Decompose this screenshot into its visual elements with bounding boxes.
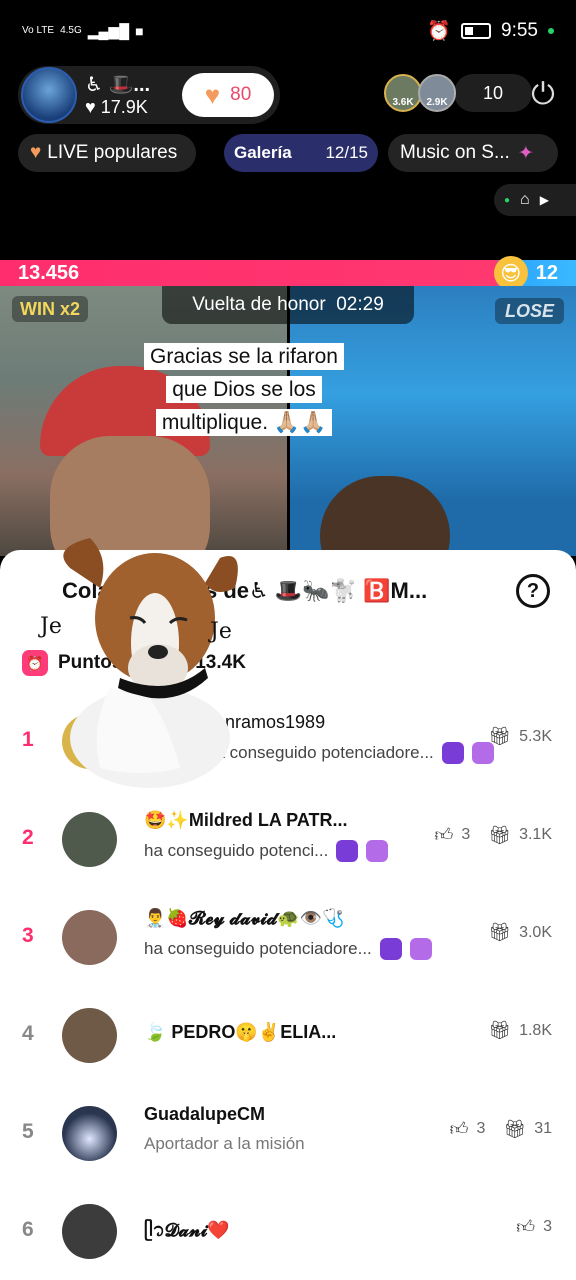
list-item[interactable]: 2 🤩✨Mildred LA PATR... ha conseguido pot… bbox=[0, 804, 576, 874]
viewer-avatar[interactable]: 2.9K bbox=[418, 74, 456, 112]
gift-stat: 🎁︎ 1.8K bbox=[488, 1020, 552, 1040]
user-name: ᥫ᭡𝓓𝓪𝓷𝓲❤️ bbox=[144, 1220, 230, 1240]
heart-icon: ♥ bbox=[30, 142, 42, 163]
booster-icon bbox=[366, 840, 389, 862]
gift-icon: 🎁︎ bbox=[488, 1020, 512, 1040]
viewer-count[interactable]: 10 bbox=[454, 74, 532, 112]
user-name: 👨‍⚕️🍓𝓡𝓮𝔂 𝓭𝓪𝓿𝓲𝓭🐢👁️🩺 bbox=[144, 908, 345, 928]
battle-timer: Vuelta de honor 02:29 bbox=[162, 286, 414, 324]
viewer-avatar[interactable]: 3.6K bbox=[384, 74, 422, 112]
cool-face-icon: 😎 bbox=[493, 256, 528, 290]
booster-icon bbox=[409, 938, 432, 960]
alarm-icon: ⏰ bbox=[427, 21, 452, 42]
video-caption: Gracias se la rifaron que Dios se los mu… bbox=[130, 340, 358, 439]
avatar[interactable] bbox=[62, 1106, 117, 1161]
gallery-pill[interactable]: Galería 12/15 bbox=[224, 134, 378, 172]
left-score: 13.456 bbox=[18, 261, 80, 284]
camera-icon: ■ bbox=[135, 23, 144, 39]
user-subtitle: ha conseguido potenciadore... bbox=[144, 938, 432, 960]
battery-icon bbox=[461, 23, 492, 39]
live-popular-label: LIVE populares bbox=[47, 142, 178, 163]
sticker-label-left: Je bbox=[38, 614, 62, 639]
privacy-dot-icon bbox=[548, 28, 554, 34]
user-name: 🍃 PEDRO🤫✌️ELIA... bbox=[144, 1022, 337, 1042]
user-subtitle: Aportador a la misión bbox=[144, 1134, 305, 1153]
booster-icon bbox=[379, 938, 402, 960]
gift-stat: 🎁︎ 5.3K bbox=[488, 726, 552, 746]
like-stat: 👍︎ 3 bbox=[449, 1119, 486, 1139]
rank-number: 3 bbox=[22, 924, 34, 947]
network-label: 4.5G bbox=[60, 25, 82, 36]
host-likes: ♥ 17.9K bbox=[85, 97, 148, 117]
heart-icon: ♥ bbox=[204, 79, 221, 110]
lose-badge: LOSE bbox=[494, 298, 564, 324]
list-item[interactable]: 5 GuadalupeCM Aportador a la misión 👍︎ 3 … bbox=[0, 1098, 576, 1168]
gallery-progress: 12/15 bbox=[325, 143, 368, 162]
rank-number: 5 bbox=[22, 1120, 34, 1143]
gift-stat: 🎁︎ 3.1K bbox=[488, 824, 552, 845]
gift-icon: 🎁︎ bbox=[503, 1118, 527, 1139]
gift-icon: 🎁︎ bbox=[488, 726, 512, 746]
right-score: 12 bbox=[535, 261, 558, 284]
music-pill[interactable]: Music on S... ✦ bbox=[388, 134, 558, 172]
rank-number: 2 bbox=[22, 826, 34, 849]
sticker-label-right: Je bbox=[208, 619, 232, 644]
thumbs-up-icon: 👍︎ bbox=[516, 1217, 536, 1237]
like-stat: 👍︎ 3 bbox=[434, 825, 471, 845]
avatar[interactable] bbox=[62, 812, 117, 867]
gallery-label: Galería bbox=[234, 143, 292, 162]
booster-icon bbox=[441, 742, 464, 764]
avatar[interactable] bbox=[62, 910, 117, 965]
live-popular-pill[interactable]: ♥ LIVE populares bbox=[18, 134, 196, 172]
dog-sticker: Je Je bbox=[38, 538, 238, 788]
avatar[interactable] bbox=[62, 1204, 117, 1259]
music-label: Music on S... bbox=[400, 142, 510, 163]
user-subtitle: ha conseguido potenci... bbox=[144, 840, 389, 862]
carrier-label: Vo LTE bbox=[22, 25, 55, 36]
status-bar: Vo LTE 4.5G ▂▄▆█ ■ ⏰ 9:55 bbox=[0, 0, 576, 62]
power-icon[interactable]: ⏻ bbox=[526, 78, 560, 112]
help-button[interactable]: ? bbox=[516, 574, 550, 608]
user-name: GuadalupeCM bbox=[144, 1104, 266, 1124]
gift-stat: 🎁︎ 31 bbox=[503, 1118, 552, 1139]
gift-stat: 🎁︎ 3.0K bbox=[488, 922, 552, 942]
host-avatar[interactable] bbox=[21, 67, 77, 123]
mini-toolbar[interactable]: ● ⌂ ▶ bbox=[494, 184, 576, 216]
live-video[interactable]: WIN x2 LOSE Vuelta de honor 02:29 Gracia… bbox=[0, 286, 576, 556]
win-badge: WIN x2 bbox=[12, 296, 89, 322]
clock: 9:55 bbox=[501, 20, 538, 41]
like-button[interactable]: ♥ 80 bbox=[182, 73, 274, 117]
rocket-icon: ✦ bbox=[517, 142, 534, 164]
battle-score-bar: 13.456 😎 12 bbox=[0, 256, 576, 290]
like-count: 80 bbox=[230, 84, 252, 105]
rank-number: 6 bbox=[22, 1218, 34, 1241]
thumbs-up-icon: 👍︎ bbox=[449, 1119, 469, 1139]
host-pill[interactable]: ♿ 🎩... ♥ 17.9K ♥ 80 bbox=[18, 66, 280, 124]
viewer-list[interactable]: 3.6K 2.9K 10 bbox=[384, 74, 532, 112]
host-name: ♿ 🎩... bbox=[85, 74, 151, 96]
rank-number: 4 bbox=[22, 1022, 34, 1045]
dot-icon: ● bbox=[504, 194, 511, 206]
play-icon[interactable]: ▶ bbox=[540, 193, 549, 207]
list-item[interactable]: 6 ᥫ᭡𝓓𝓪𝓷𝓲❤️ 👍︎ 3 bbox=[0, 1196, 576, 1266]
list-item[interactable]: 4 🍃 PEDRO🤫✌️ELIA... 🎁︎ 1.8K bbox=[0, 1000, 576, 1070]
home-icon[interactable]: ⌂ bbox=[520, 191, 530, 209]
like-stat: 👍︎ 3 bbox=[516, 1217, 552, 1237]
streamer-head bbox=[320, 476, 450, 556]
avatar[interactable] bbox=[62, 1008, 117, 1063]
gift-icon: 🎁︎ bbox=[488, 922, 512, 942]
thumbs-up-icon: 👍︎ bbox=[434, 825, 454, 845]
gift-icon: 🎁︎ bbox=[488, 824, 512, 845]
user-name: 🤩✨Mildred LA PATR... bbox=[144, 810, 348, 830]
booster-icon bbox=[336, 840, 359, 862]
list-item[interactable]: 3 👨‍⚕️🍓𝓡𝓮𝔂 𝓭𝓪𝓿𝓲𝓭🐢👁️🩺 ha conseguido poten… bbox=[0, 902, 576, 972]
signal-icon: ▂▄▆█ bbox=[87, 23, 130, 39]
